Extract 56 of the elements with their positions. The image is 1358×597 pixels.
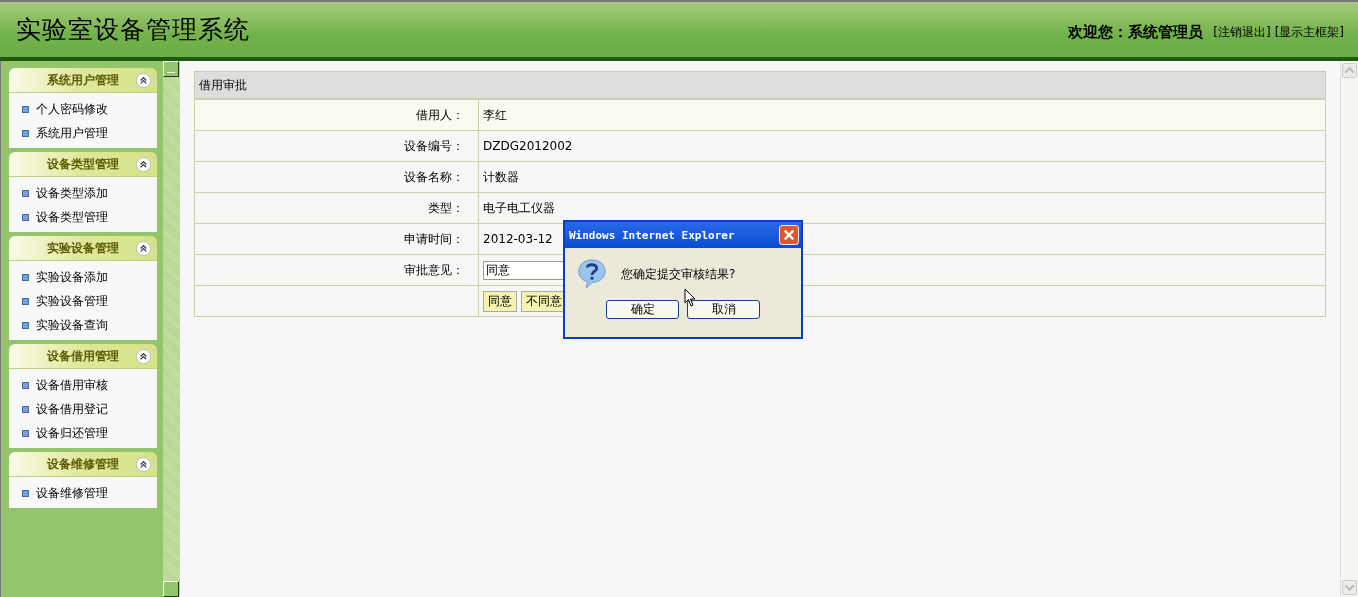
- field-label: 借用人：: [195, 100, 479, 130]
- field-label: 设备编号：: [195, 131, 479, 161]
- group-header[interactable]: 设备借用管理: [9, 344, 157, 369]
- question-icon: [577, 258, 607, 290]
- menu-item[interactable]: 实验设备添加: [36, 268, 108, 286]
- collapse-icon[interactable]: [136, 457, 151, 472]
- field-label: 类型：: [195, 193, 479, 223]
- bullet-icon: [22, 429, 29, 437]
- field-value: DZDG2012002: [483, 139, 573, 153]
- group-header[interactable]: 设备维修管理: [9, 452, 157, 477]
- bullet-icon: [22, 321, 29, 329]
- form-title: 借用审批: [195, 72, 1325, 100]
- dialog-title: Windows Internet Explorer: [569, 228, 735, 242]
- menu-item[interactable]: 设备维修管理: [36, 484, 108, 502]
- header-link[interactable]: [显示主框架]: [1274, 24, 1344, 41]
- menu-item[interactable]: 设备借用登记: [36, 400, 108, 418]
- menu-item[interactable]: 实验设备查询: [36, 316, 108, 334]
- menu-item[interactable]: 设备借用审核: [36, 376, 108, 394]
- collapse-icon[interactable]: [136, 157, 151, 172]
- dialog-button[interactable]: 确定: [606, 300, 679, 319]
- field-value: 电子电工仪器: [483, 199, 555, 217]
- group-header[interactable]: 系统用户管理: [9, 68, 157, 93]
- dialog-button[interactable]: 取消: [687, 300, 760, 319]
- group-header[interactable]: 实验设备管理: [9, 236, 157, 261]
- field-value: 计数器: [483, 168, 519, 186]
- bullet-icon: [22, 381, 29, 389]
- collapse-icon[interactable]: [136, 73, 151, 88]
- bullet-icon: [22, 213, 29, 221]
- menu-item[interactable]: 设备归还管理: [36, 424, 108, 442]
- bullet-icon: [22, 189, 29, 197]
- dialog-message: 您确定提交审核结果?: [621, 265, 736, 283]
- menu-item[interactable]: 实验设备管理: [36, 292, 108, 310]
- collapse-icon[interactable]: [136, 241, 151, 256]
- field-value: 2012-03-12: [483, 232, 553, 246]
- bullet-icon: [22, 129, 29, 137]
- field-label: 设备名称：: [195, 162, 479, 192]
- bullet-icon: [22, 105, 29, 113]
- menu-item[interactable]: 个人密码修改: [36, 100, 108, 118]
- close-icon[interactable]: [779, 225, 799, 245]
- collapse-icon[interactable]: [136, 349, 151, 364]
- bullet-icon: [22, 273, 29, 281]
- cursor-icon: [684, 288, 696, 308]
- bullet-icon: [22, 489, 29, 497]
- menu-item[interactable]: 设备类型管理: [36, 208, 108, 226]
- app-title: 实验室设备管理系统: [16, 14, 250, 46]
- bullet-icon: [22, 405, 29, 413]
- bullet-icon: [22, 297, 29, 305]
- field-label: 申请时间：: [195, 224, 479, 254]
- menu-item[interactable]: 设备类型添加: [36, 184, 108, 202]
- field-label: 审批意见：: [195, 255, 479, 285]
- welcome-text: 欢迎您：系统管理员: [1068, 23, 1204, 42]
- header-link[interactable]: [注销退出]: [1213, 24, 1271, 41]
- field-value: 李红: [483, 106, 507, 124]
- form-button[interactable]: 同意: [483, 290, 517, 312]
- group-header[interactable]: 设备类型管理: [9, 152, 157, 177]
- menu-item[interactable]: 系统用户管理: [36, 124, 108, 142]
